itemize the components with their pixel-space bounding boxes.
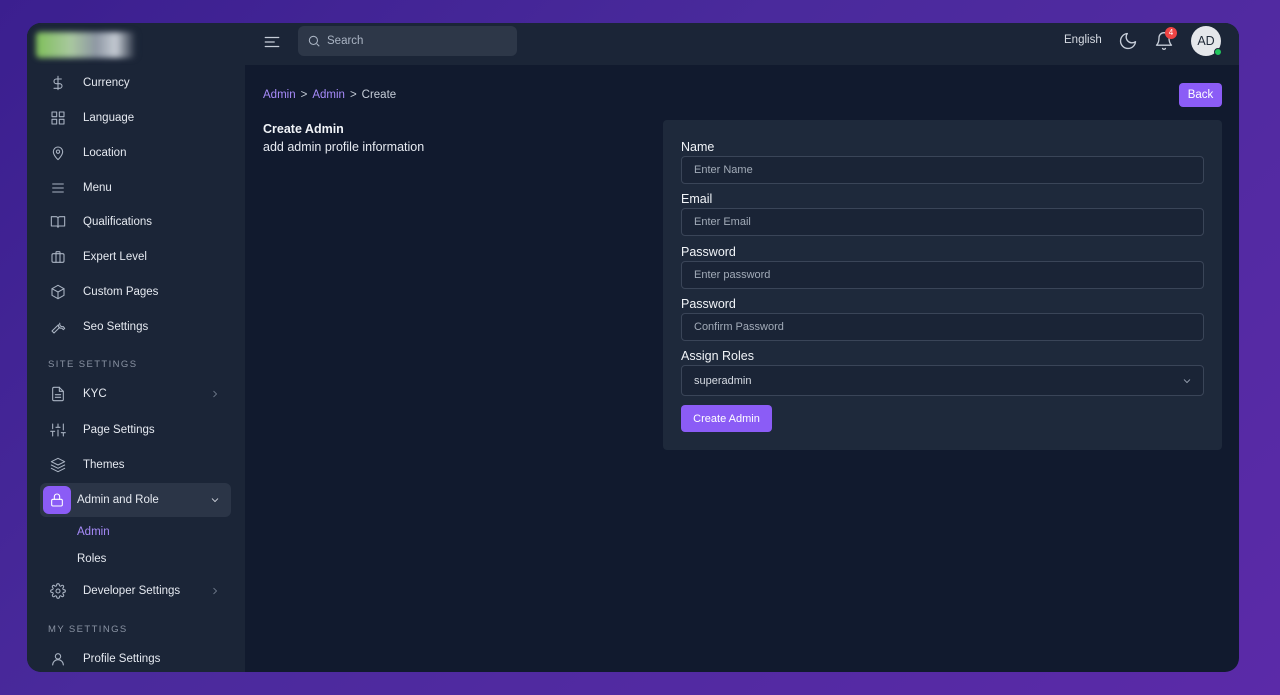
map-pin-icon (47, 142, 69, 164)
lock-icon (43, 486, 71, 514)
sidebar-item-label: Themes (83, 459, 125, 471)
briefcase-icon (47, 246, 69, 268)
book-open-icon (47, 211, 69, 233)
back-button[interactable]: Back (1179, 83, 1222, 107)
sidebar-item-profile-settings[interactable]: Profile Settings (40, 642, 231, 672)
search-box[interactable] (298, 26, 517, 56)
document-icon (47, 383, 69, 405)
email-label: Email (681, 192, 713, 206)
email-field[interactable] (681, 208, 1204, 236)
sidebar-item-admin-and-role[interactable]: Admin and Role (40, 483, 231, 517)
search-input[interactable] (327, 35, 507, 47)
hamburger-menu-icon[interactable] (263, 33, 281, 51)
layers-icon (47, 454, 69, 476)
breadcrumb-admin-list[interactable]: Admin (312, 89, 345, 101)
sidebar-item-custom-pages[interactable]: Custom Pages (40, 275, 231, 309)
user-icon (47, 648, 69, 670)
sidebar-item-label: Seo Settings (83, 321, 149, 333)
confirm-password-field[interactable] (681, 313, 1204, 341)
section-title-my-settings: MY SETTINGS (48, 624, 128, 635)
sidebar-item-qualifications[interactable]: Qualifications (40, 205, 231, 239)
sidebar-item-label: Page Settings (83, 424, 155, 436)
sidebar-subitem-roles[interactable]: Roles (77, 553, 106, 565)
breadcrumb: Admin > Admin > Create (263, 89, 396, 101)
sidebar-item-label: Language (83, 112, 135, 124)
cube-icon (47, 281, 69, 303)
grid-icon (47, 107, 69, 129)
sidebar-item-seo-settings[interactable]: Seo Settings (40, 310, 231, 344)
notification-badge: 4 (1165, 27, 1177, 39)
assign-roles-select[interactable]: superadmin (681, 365, 1204, 396)
dollar-icon (47, 72, 69, 94)
sidebar-item-label: Currency (83, 77, 130, 89)
chevron-right-icon (209, 388, 221, 400)
sidebar-subitem-admin[interactable]: Admin (77, 526, 110, 538)
sidebar-item-label: KYC (83, 388, 107, 400)
online-status-dot (1214, 48, 1222, 56)
chevron-right-icon (209, 585, 221, 597)
breadcrumb-admin[interactable]: Admin (263, 89, 296, 101)
sidebar-item-themes[interactable]: Themes (40, 448, 231, 482)
name-field[interactable] (681, 156, 1204, 184)
app-window: Currency Language Location Menu Qualific… (27, 23, 1239, 672)
password-field[interactable] (681, 261, 1204, 289)
sidebar-item-label: Custom Pages (83, 286, 159, 298)
sidebar-item-label: Expert Level (83, 251, 147, 263)
sidebar-item-label: Admin and Role (77, 494, 159, 506)
sidebar-item-label: Profile Settings (83, 653, 161, 665)
search-icon (307, 34, 321, 48)
password-label: Password (681, 245, 736, 259)
sidebar-item-menu[interactable]: Menu (40, 171, 231, 205)
sidebar-item-label: Location (83, 147, 127, 159)
sidebar-item-kyc[interactable]: KYC (40, 377, 231, 411)
breadcrumb-separator: > (349, 89, 357, 101)
moon-icon[interactable] (1118, 31, 1138, 51)
language-selector[interactable]: English (1064, 34, 1102, 46)
sidebar-item-label: Developer Settings (83, 585, 181, 597)
breadcrumb-separator: > (300, 89, 308, 101)
create-admin-button[interactable]: Create Admin (681, 405, 772, 432)
app-logo[interactable] (36, 32, 136, 58)
gear-icon (47, 580, 69, 602)
assign-roles-label: Assign Roles (681, 349, 754, 363)
page-title: Create Admin (263, 122, 344, 136)
assign-roles-value: superadmin (694, 374, 752, 387)
sidebar-item-location[interactable]: Location (40, 136, 231, 170)
sidebar-item-page-settings[interactable]: Page Settings (40, 413, 231, 447)
section-title-site-settings: SITE SETTINGS (48, 359, 138, 370)
menu-lines-icon (47, 177, 69, 199)
chevron-down-icon (1181, 375, 1193, 387)
topbar: English 4 AD (245, 23, 1239, 65)
wrench-icon (47, 316, 69, 338)
name-label: Name (681, 140, 715, 154)
sidebar-item-currency[interactable]: Currency (40, 66, 231, 100)
chevron-down-icon (209, 494, 221, 506)
sidebar-item-label: Qualifications (83, 216, 153, 228)
sidebar-item-label: Menu (83, 182, 112, 194)
create-admin-form: Name Email Password Password Assign Role… (663, 120, 1222, 450)
sidebar-item-developer-settings[interactable]: Developer Settings (40, 574, 231, 608)
sliders-icon (47, 419, 69, 441)
sidebar-item-language[interactable]: Language (40, 101, 231, 135)
page-subtitle: add admin profile information (263, 140, 425, 154)
sidebar: Currency Language Location Menu Qualific… (27, 23, 245, 672)
confirm-password-label: Password (681, 297, 736, 311)
sidebar-item-expert-level[interactable]: Expert Level (40, 240, 231, 274)
breadcrumb-current: Create (361, 89, 397, 101)
